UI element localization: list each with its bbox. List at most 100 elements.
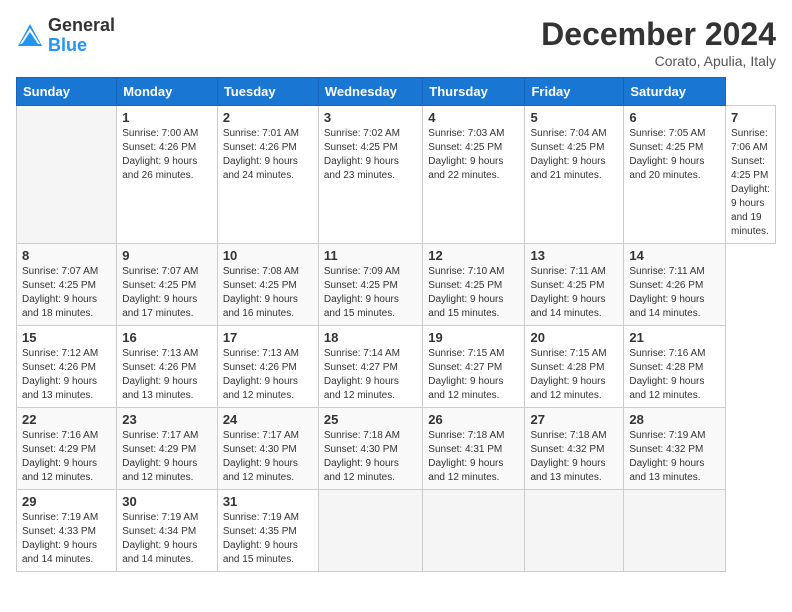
calendar-cell: 19 Sunrise: 7:15 AMSunset: 4:27 PMDayligh… (423, 326, 525, 408)
calendar-cell: 18 Sunrise: 7:14 AMSunset: 4:27 PMDayligh… (318, 326, 422, 408)
day-number: 17 (223, 330, 313, 345)
day-info: Sunrise: 7:18 AMSunset: 4:30 PMDaylight:… (324, 429, 417, 485)
column-header-thursday: Thursday (423, 78, 525, 106)
day-info: Sunrise: 7:04 AMSunset: 4:25 PMDaylight:… (530, 127, 618, 183)
calendar-week-3: 22 Sunrise: 7:16 AMSunset: 4:29 PMDayligh… (17, 408, 776, 490)
calendar-cell (525, 490, 624, 572)
calendar-cell: 13 Sunrise: 7:11 AMSunset: 4:25 PMDayligh… (525, 244, 624, 326)
day-number: 8 (22, 248, 111, 263)
logo: General Blue (16, 16, 115, 56)
day-number: 18 (324, 330, 417, 345)
calendar-cell: 1 Sunrise: 7:00 AMSunset: 4:26 PMDaylight… (117, 106, 218, 244)
day-info: Sunrise: 7:00 AMSunset: 4:26 PMDaylight:… (122, 127, 212, 183)
day-info: Sunrise: 7:19 AMSunset: 4:32 PMDaylight:… (629, 429, 720, 485)
day-info: Sunrise: 7:19 AMSunset: 4:35 PMDaylight:… (223, 511, 313, 567)
day-number: 7 (731, 110, 770, 125)
day-number: 12 (428, 248, 519, 263)
column-header-monday: Monday (117, 78, 218, 106)
day-info: Sunrise: 7:18 AMSunset: 4:32 PMDaylight:… (530, 429, 618, 485)
day-number: 31 (223, 494, 313, 509)
calendar-cell: 4 Sunrise: 7:03 AMSunset: 4:25 PMDaylight… (423, 106, 525, 244)
day-number: 14 (629, 248, 720, 263)
day-info: Sunrise: 7:16 AMSunset: 4:28 PMDaylight:… (629, 347, 720, 403)
day-info: Sunrise: 7:16 AMSunset: 4:29 PMDaylight:… (22, 429, 111, 485)
calendar-cell: 31 Sunrise: 7:19 AMSunset: 4:35 PMDayligh… (217, 490, 318, 572)
day-number: 16 (122, 330, 212, 345)
day-info: Sunrise: 7:18 AMSunset: 4:31 PMDaylight:… (428, 429, 519, 485)
calendar-cell (423, 490, 525, 572)
day-number: 6 (629, 110, 720, 125)
day-info: Sunrise: 7:13 AMSunset: 4:26 PMDaylight:… (122, 347, 212, 403)
calendar-cell: 20Sunrise: 7:15 AMSunset: 4:28 PMDayligh… (525, 326, 624, 408)
day-number: 15 (22, 330, 111, 345)
calendar-table: SundayMondayTuesdayWednesdayThursdayFrid… (16, 77, 776, 572)
calendar-cell: 29 Sunrise: 7:19 AMSunset: 4:33 PMDayligh… (17, 490, 117, 572)
column-header-saturday: Saturday (624, 78, 726, 106)
day-info: Sunrise: 7:17 AMSunset: 4:30 PMDaylight:… (223, 429, 313, 485)
calendar-header-row: SundayMondayTuesdayWednesdayThursdayFrid… (17, 78, 776, 106)
calendar-week-2: 15 Sunrise: 7:12 AMSunset: 4:26 PMDayligh… (17, 326, 776, 408)
day-info: Sunrise: 7:05 AMSunset: 4:25 PMDaylight:… (629, 127, 720, 183)
day-info: Sunrise: 7:13 AMSunset: 4:26 PMDaylight:… (223, 347, 313, 403)
calendar-cell: 25 Sunrise: 7:18 AMSunset: 4:30 PMDayligh… (318, 408, 422, 490)
calendar-cell: 26 Sunrise: 7:18 AMSunset: 4:31 PMDayligh… (423, 408, 525, 490)
calendar-cell: 10Sunrise: 7:08 AMSunset: 4:25 PMDayligh… (217, 244, 318, 326)
day-info: Sunrise: 7:15 AMSunset: 4:28 PMDaylight:… (530, 347, 618, 403)
calendar-cell: 6 Sunrise: 7:05 AMSunset: 4:25 PMDaylight… (624, 106, 726, 244)
calendar-cell: 27 Sunrise: 7:18 AMSunset: 4:32 PMDayligh… (525, 408, 624, 490)
calendar-cell: 30 Sunrise: 7:19 AMSunset: 4:34 PMDayligh… (117, 490, 218, 572)
day-info: Sunrise: 7:12 AMSunset: 4:26 PMDaylight:… (22, 347, 111, 403)
title-block: December 2024 Corato, Apulia, Italy (541, 16, 776, 69)
day-info: Sunrise: 7:19 AMSunset: 4:34 PMDaylight:… (122, 511, 212, 567)
day-number: 27 (530, 412, 618, 427)
calendar-cell: 8 Sunrise: 7:07 AMSunset: 4:25 PMDaylight… (17, 244, 117, 326)
day-number: 23 (122, 412, 212, 427)
calendar-cell: 28 Sunrise: 7:19 AMSunset: 4:32 PMDayligh… (624, 408, 726, 490)
calendar-cell: 5 Sunrise: 7:04 AMSunset: 4:25 PMDaylight… (525, 106, 624, 244)
calendar-cell: 17 Sunrise: 7:13 AMSunset: 4:26 PMDayligh… (217, 326, 318, 408)
calendar-cell: 15 Sunrise: 7:12 AMSunset: 4:26 PMDayligh… (17, 326, 117, 408)
day-number: 26 (428, 412, 519, 427)
calendar-cell: 23Sunrise: 7:17 AMSunset: 4:29 PMDayligh… (117, 408, 218, 490)
day-info: Sunrise: 7:02 AMSunset: 4:25 PMDaylight:… (324, 127, 417, 183)
day-number: 1 (122, 110, 212, 125)
day-number: 11 (324, 248, 417, 263)
day-number: 19 (428, 330, 519, 345)
day-info: Sunrise: 7:01 AMSunset: 4:26 PMDaylight:… (223, 127, 313, 183)
day-info: Sunrise: 7:06 AMSunset: 4:25 PMDaylight:… (731, 127, 770, 239)
calendar-cell: 7 Sunrise: 7:06 AMSunset: 4:25 PMDaylight… (726, 106, 776, 244)
day-info: Sunrise: 7:07 AMSunset: 4:25 PMDaylight:… (122, 265, 212, 321)
calendar-cell: 21Sunrise: 7:16 AMSunset: 4:28 PMDayligh… (624, 326, 726, 408)
day-number: 22 (22, 412, 111, 427)
day-info: Sunrise: 7:11 AMSunset: 4:25 PMDaylight:… (530, 265, 618, 321)
day-number: 13 (530, 248, 618, 263)
calendar-cell (624, 490, 726, 572)
day-number: 5 (530, 110, 618, 125)
day-info: Sunrise: 7:03 AMSunset: 4:25 PMDaylight:… (428, 127, 519, 183)
calendar-cell: 22 Sunrise: 7:16 AMSunset: 4:29 PMDayligh… (17, 408, 117, 490)
calendar-cell: 16 Sunrise: 7:13 AMSunset: 4:26 PMDayligh… (117, 326, 218, 408)
calendar-week-1: 8 Sunrise: 7:07 AMSunset: 4:25 PMDaylight… (17, 244, 776, 326)
location: Corato, Apulia, Italy (541, 53, 776, 69)
day-info: Sunrise: 7:14 AMSunset: 4:27 PMDaylight:… (324, 347, 417, 403)
day-info: Sunrise: 7:15 AMSunset: 4:27 PMDaylight:… (428, 347, 519, 403)
calendar-body: 1 Sunrise: 7:00 AMSunset: 4:26 PMDaylight… (17, 106, 776, 572)
day-info: Sunrise: 7:19 AMSunset: 4:33 PMDaylight:… (22, 511, 111, 567)
calendar-cell: 9Sunrise: 7:07 AMSunset: 4:25 PMDaylight… (117, 244, 218, 326)
day-number: 30 (122, 494, 212, 509)
calendar-cell: 12Sunrise: 7:10 AMSunset: 4:25 PMDayligh… (423, 244, 525, 326)
day-number: 4 (428, 110, 519, 125)
day-number: 28 (629, 412, 720, 427)
logo-icon (16, 22, 44, 50)
day-info: Sunrise: 7:07 AMSunset: 4:25 PMDaylight:… (22, 265, 111, 321)
day-info: Sunrise: 7:09 AMSunset: 4:25 PMDaylight:… (324, 265, 417, 321)
day-info: Sunrise: 7:11 AMSunset: 4:26 PMDaylight:… (629, 265, 720, 321)
column-header-wednesday: Wednesday (318, 78, 422, 106)
day-number: 25 (324, 412, 417, 427)
month-title: December 2024 (541, 16, 776, 53)
column-header-friday: Friday (525, 78, 624, 106)
day-number: 29 (22, 494, 111, 509)
calendar-cell: 14 Sunrise: 7:11 AMSunset: 4:26 PMDayligh… (624, 244, 726, 326)
day-number: 3 (324, 110, 417, 125)
calendar-cell (318, 490, 422, 572)
